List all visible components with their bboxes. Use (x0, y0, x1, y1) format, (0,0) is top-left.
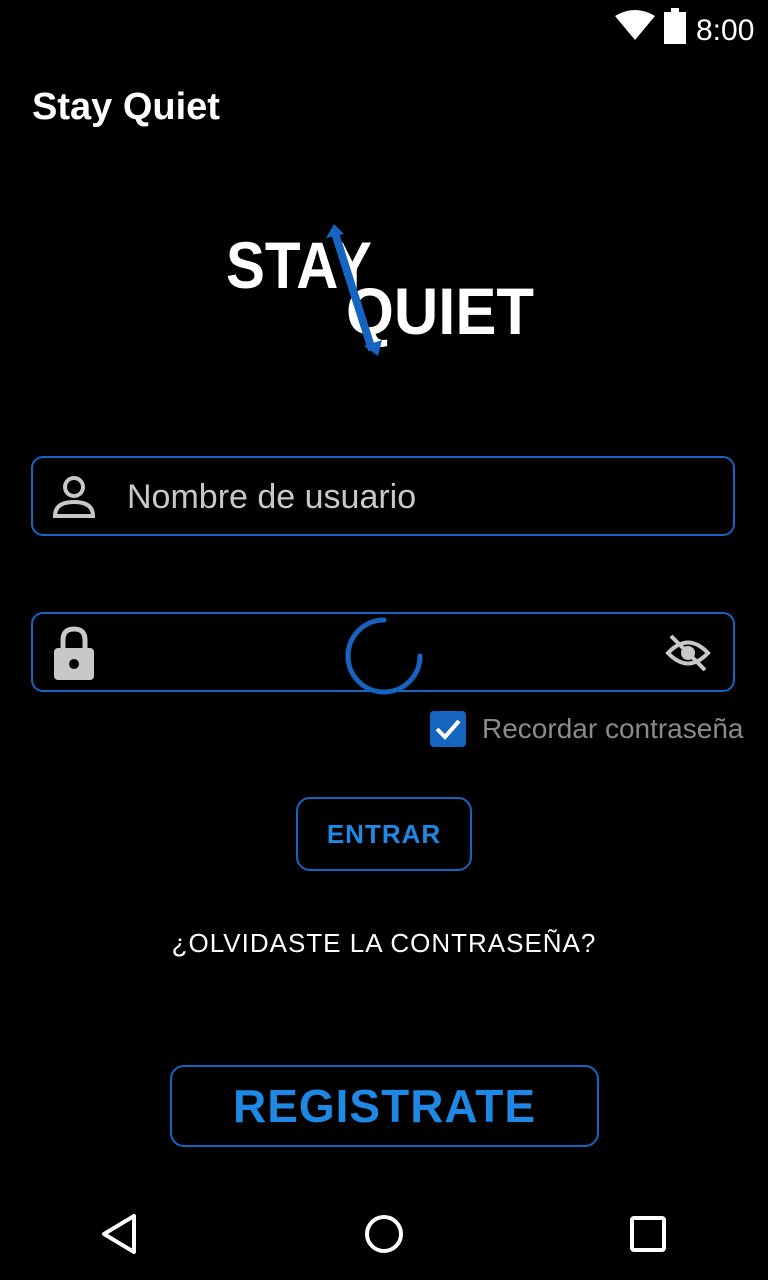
back-icon[interactable] (98, 1212, 142, 1256)
login-screen: 8:00 Stay Quiet STAY QUIET Nombre de usu… (0, 0, 768, 1280)
lock-icon (54, 626, 94, 680)
app-title: Stay Quiet (32, 86, 220, 128)
progress-spinner (345, 617, 423, 695)
username-input[interactable] (125, 468, 669, 526)
clock: 8:00 (696, 14, 755, 47)
home-icon[interactable] (362, 1212, 406, 1256)
enter-button[interactable]: ENTRAR (296, 797, 472, 871)
visibility-off-icon[interactable] (665, 634, 711, 672)
remember-checkbox[interactable] (430, 711, 466, 747)
remember-label: Recordar contraseña (482, 713, 744, 744)
register-button[interactable]: REGISTRATE (170, 1065, 599, 1147)
status-bar: 8:00 (0, 0, 768, 64)
person-icon (52, 476, 96, 518)
battery-icon (664, 8, 686, 44)
username-field[interactable] (31, 456, 735, 536)
recents-icon[interactable] (626, 1212, 670, 1256)
wifi-icon (615, 10, 655, 40)
check-icon (435, 719, 461, 740)
logo-line2: QUIET (346, 274, 534, 348)
forgot-password-link[interactable]: ¿OLVIDASTE LA CONTRASEÑA? (0, 928, 768, 959)
stay-quiet-logo: STAY QUIET (226, 224, 534, 356)
remember-password-row[interactable]: Recordar contraseña (430, 710, 743, 748)
navigation-bar (0, 1184, 768, 1280)
